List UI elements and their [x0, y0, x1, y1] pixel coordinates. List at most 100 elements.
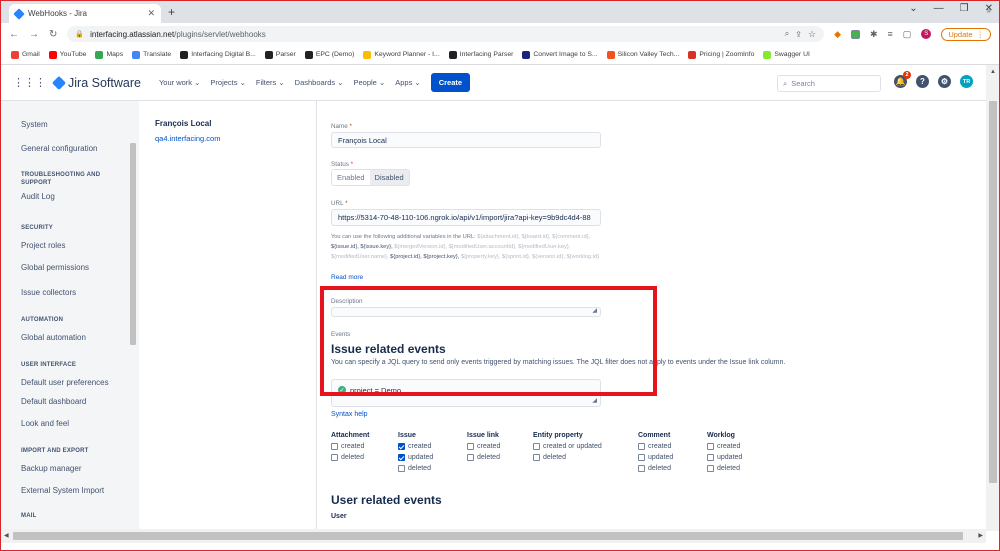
event-checkbox[interactable]: deleted — [398, 463, 433, 474]
description-field[interactable]: ◢ — [331, 307, 601, 317]
tab-webhooks[interactable]: WebHooks - Jira ✕ — [9, 4, 161, 23]
nav-people[interactable]: People ⌄ — [354, 78, 386, 87]
sidebar-scrollbar[interactable] — [129, 137, 137, 529]
checkbox-unchecked-icon[interactable] — [398, 465, 405, 472]
page-horizontal-scrollbar[interactable]: ◀ ▶ — [1, 529, 986, 543]
bookmark-item[interactable]: Swagger UI — [763, 50, 810, 59]
event-checkbox[interactable]: updated — [707, 452, 742, 463]
read-more-link[interactable]: Read more — [331, 274, 363, 281]
checkbox-unchecked-icon[interactable] — [467, 443, 474, 450]
scroll-right-icon[interactable]: ▶ — [978, 532, 983, 539]
url-input[interactable]: 🔒 interfacing.atlassian.net/plugins/serv… — [67, 26, 825, 42]
checkbox-unchecked-icon[interactable] — [638, 465, 645, 472]
notifications-icon[interactable]: 🔔 2 — [894, 71, 911, 88]
forward-icon[interactable]: → — [29, 29, 39, 40]
event-checkbox[interactable]: created — [638, 441, 673, 452]
checkbox-unchecked-icon[interactable] — [707, 443, 714, 450]
event-checkbox[interactable]: deleted — [638, 463, 673, 474]
nav-your-work[interactable]: Your work ⌄ — [159, 78, 200, 87]
bookmark-item[interactable]: Pricing | ZoomInfo — [688, 50, 754, 59]
event-checkbox[interactable]: deleted — [467, 452, 500, 463]
sidebar-item[interactable]: General configuration — [21, 144, 98, 153]
url-field[interactable]: https://5314-70-48-110-106.ngrok.io/api/… — [331, 209, 601, 226]
status-disabled-option[interactable]: Disabled — [369, 170, 409, 185]
profile-avatar[interactable]: S — [921, 29, 932, 39]
sidebar-item[interactable]: Project roles — [21, 241, 65, 250]
bookmark-item[interactable]: Gmail — [11, 50, 40, 59]
syntax-help-link[interactable]: Syntax help — [331, 411, 368, 418]
sidebar-item[interactable]: Global permissions — [21, 263, 89, 272]
jira-logo[interactable]: Jira Software — [51, 75, 141, 90]
checkbox-unchecked-icon[interactable] — [533, 443, 540, 450]
bookmark-item[interactable]: EPC (Demo) — [304, 50, 354, 59]
checkbox-unchecked-icon[interactable] — [331, 454, 338, 461]
bookmark-item[interactable]: Convert Image to S... — [522, 50, 598, 59]
jql-filter-input[interactable]: ✓ project = Demo ◢ — [331, 379, 601, 407]
tab-search-icon[interactable]: ⌄ — [909, 3, 917, 14]
restore-icon[interactable]: ❐ — [960, 3, 969, 14]
event-checkbox[interactable]: created — [398, 441, 433, 452]
checkbox-unchecked-icon[interactable] — [467, 454, 474, 461]
extension-icon-1[interactable]: ◆ — [834, 29, 841, 40]
app-switcher-icon[interactable]: ⋮⋮⋮ — [13, 76, 46, 89]
settings-gear-icon[interactable]: ⚙ — [938, 75, 951, 88]
nav-projects[interactable]: Projects ⌄ — [210, 78, 245, 87]
webhook-list-item-host[interactable]: qa4.interfacing.com — [155, 134, 316, 143]
checkbox-unchecked-icon[interactable] — [707, 454, 714, 461]
scroll-left-icon[interactable]: ◀ — [4, 532, 9, 539]
page-scroll-thumb[interactable] — [989, 101, 997, 483]
minimize-icon[interactable]: — — [934, 3, 944, 14]
sidebar-item[interactable]: Global automation — [21, 333, 86, 342]
side-panel-icon[interactable]: ▢ — [903, 29, 912, 40]
update-button[interactable]: Update ⋮ — [941, 27, 991, 41]
zoom-icon[interactable]: ⌕ — [785, 29, 789, 39]
sidebar-scroll-thumb[interactable] — [130, 143, 136, 345]
event-checkbox[interactable]: updated — [398, 452, 433, 463]
nav-filters[interactable]: Filters ⌄ — [256, 78, 285, 87]
event-checkbox[interactable]: updated — [638, 452, 673, 463]
status-enabled-option[interactable]: Enabled — [332, 170, 370, 185]
scroll-up-icon[interactable]: ▲ — [990, 69, 996, 75]
event-checkbox[interactable]: deleted — [533, 452, 602, 463]
nav-dashboards[interactable]: Dashboards ⌄ — [295, 78, 344, 87]
sidebar-item[interactable]: Default dashboard — [21, 397, 86, 406]
user-avatar[interactable]: TR — [960, 75, 973, 88]
bookmark-item[interactable]: Silicon Valley Tech... — [606, 50, 679, 59]
bookmark-item[interactable]: Maps — [95, 50, 123, 59]
event-checkbox[interactable]: deleted — [331, 452, 370, 463]
sidebar-item[interactable]: Issue collectors — [21, 288, 76, 297]
event-checkbox[interactable]: created — [331, 441, 370, 452]
tab-close-icon[interactable]: ✕ — [147, 8, 155, 19]
extensions-puzzle-icon[interactable]: ✱ — [870, 29, 878, 40]
bookmark-item[interactable]: Interfacing Digital B... — [180, 50, 256, 59]
event-checkbox[interactable]: created — [707, 441, 742, 452]
sidebar-item[interactable]: Audit Log — [21, 192, 55, 201]
sidebar-item[interactable]: Backup manager — [21, 464, 81, 473]
page-vertical-scrollbar[interactable]: ▲ — [986, 65, 999, 531]
checkbox-checked-icon[interactable] — [398, 443, 405, 450]
checkbox-unchecked-icon[interactable] — [331, 443, 338, 450]
bookmark-item[interactable]: YouTube — [48, 50, 86, 59]
reading-list-icon[interactable]: ≡ — [888, 29, 893, 39]
event-checkbox[interactable]: deleted — [707, 463, 742, 474]
bookmark-item[interactable]: Keyword Planner - I... — [363, 50, 440, 59]
search-input[interactable]: ⌕ Search — [777, 75, 881, 92]
extension-icon-2[interactable] — [850, 29, 860, 39]
reload-icon[interactable]: ↻ — [49, 29, 57, 40]
page-hscroll-thumb[interactable] — [13, 532, 963, 540]
jql-resize-icon[interactable]: ◢ — [592, 397, 597, 404]
resize-handle-icon[interactable]: ◢ — [592, 308, 597, 314]
event-checkbox[interactable]: created — [467, 441, 500, 452]
help-icon[interactable]: ? — [916, 75, 929, 88]
event-checkbox[interactable]: created or updated — [533, 441, 602, 452]
checkbox-checked-icon[interactable] — [398, 454, 405, 461]
create-button[interactable]: Create — [430, 73, 471, 92]
sidebar-item[interactable]: Default user preferences — [21, 378, 109, 387]
share-icon[interactable]: ⇪ — [795, 30, 802, 39]
checkbox-unchecked-icon[interactable] — [707, 465, 714, 472]
nav-apps[interactable]: Apps ⌄ — [395, 78, 420, 87]
new-tab-icon[interactable]: + — [168, 5, 175, 19]
back-icon[interactable]: ← — [9, 29, 19, 40]
bookmarks-overflow-icon[interactable]: » — [987, 6, 991, 15]
sidebar-item[interactable]: System — [21, 120, 48, 129]
